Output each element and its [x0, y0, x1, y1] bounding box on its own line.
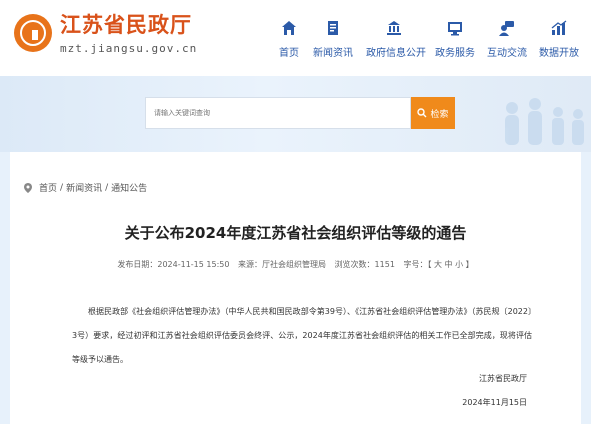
site-title[interactable]: 江苏省民政厅	[60, 12, 192, 38]
chat-user-icon	[499, 21, 514, 36]
nav-label: 新闻资讯	[313, 48, 353, 59]
home-icon	[282, 21, 296, 35]
nav-label: 政府信息公开	[366, 48, 426, 59]
location-pin-icon	[24, 182, 32, 193]
breadcrumb-separator: /	[60, 182, 64, 193]
nav-open-data[interactable]: 数据开放	[539, 20, 579, 66]
logo-mark	[32, 30, 38, 40]
nav-services[interactable]: 政务服务	[435, 20, 475, 66]
nav-label: 政务服务	[435, 48, 475, 59]
nav-label: 数据开放	[539, 48, 579, 59]
site-logo-icon[interactable]	[14, 14, 52, 52]
font-size-control[interactable]: 字号：【 大 中 小 】	[403, 260, 473, 269]
breadcrumb-home[interactable]: 首页	[39, 181, 57, 194]
search-banner: 检索	[0, 76, 591, 152]
search-button[interactable]: 检索	[411, 97, 455, 129]
signature-org: 江苏省民政厅	[479, 374, 527, 383]
article-card: 首页 / 新闻资讯 / 通知公告 关于公布2024年度江苏省社会组织评估等级的通…	[10, 152, 581, 424]
search-field[interactable]	[145, 97, 411, 129]
breadcrumb: 首页 / 新闻资讯 / 通知公告	[24, 181, 147, 194]
site-url: mzt.jiangsu.gov.cn	[60, 42, 198, 55]
article-title: 关于公布2024年度江苏省社会组织评估等级的通告	[124, 224, 467, 242]
news-icon	[328, 21, 338, 35]
site-header: 江苏省民政厅 mzt.jiangsu.gov.cn 首页 新闻资讯 政府信息公开…	[0, 0, 591, 76]
nav-label: 首页	[279, 48, 299, 59]
breadcrumb-section[interactable]: 新闻资讯	[66, 181, 102, 194]
nav-news[interactable]: 新闻资讯	[313, 20, 353, 66]
search-icon	[417, 108, 427, 118]
article-source: 来源：厅社会组织管理局	[238, 260, 326, 269]
article-body: 根据民政部《社会组织评估管理办法》（中华人民共和国民政部令第39号）、《江苏省社…	[72, 307, 532, 364]
search-input[interactable]	[146, 98, 410, 128]
nav-home[interactable]: 首页	[275, 20, 303, 66]
publish-date: 发布日期：2024-11-15 15:50	[117, 260, 230, 269]
logo-ring	[20, 20, 46, 46]
nav-interaction[interactable]: 互动交流	[487, 20, 527, 66]
bar-chart-icon	[551, 20, 567, 35]
nav-gov-info[interactable]: 政府信息公开	[366, 20, 426, 66]
nav-label: 互动交流	[487, 48, 527, 59]
signature-date: 2024年11月15日	[462, 398, 527, 407]
monitor-icon	[448, 22, 462, 36]
family-illustration-icon	[505, 98, 584, 145]
article-meta: 发布日期：2024-11-15 15:50 来源：厅社会组织管理局 浏览次数：1…	[10, 259, 581, 270]
breadcrumb-separator: /	[105, 182, 109, 193]
search-button-label: 检索	[430, 109, 449, 120]
breadcrumb-current[interactable]: 通知公告	[111, 181, 147, 194]
building-icon	[387, 21, 401, 35]
view-count: 浏览次数：1151	[334, 260, 395, 269]
